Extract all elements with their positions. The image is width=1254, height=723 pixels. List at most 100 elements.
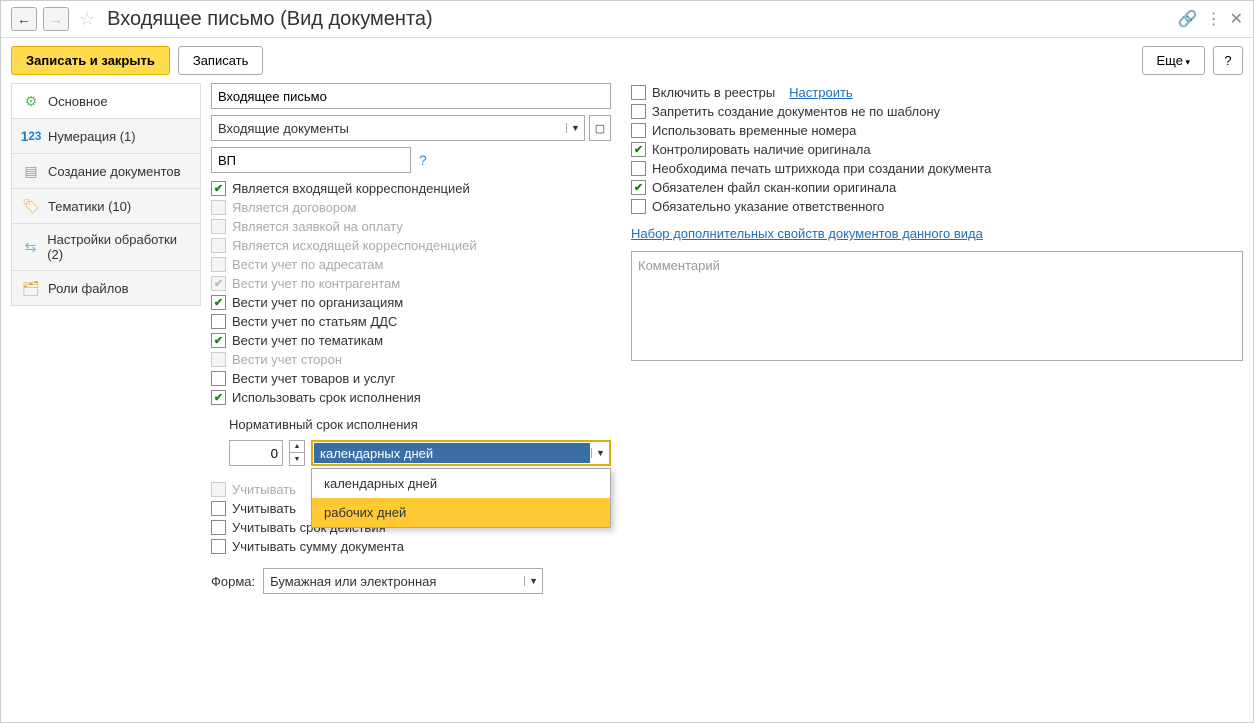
checkbox[interactable] [211, 501, 226, 516]
roles-icon: 🗂 [22, 279, 40, 297]
configure-link[interactable]: Настроить [789, 85, 853, 100]
link-icon[interactable]: 🔗 [1178, 9, 1198, 29]
app-window: ← → ☆ Входящее письмо (Вид документа) 🔗 … [0, 0, 1254, 723]
code-input[interactable] [211, 147, 411, 173]
close-icon[interactable]: ✕ [1230, 9, 1243, 29]
folder-value: Входящие документы [212, 121, 566, 136]
checkbox[interactable] [211, 371, 226, 386]
checkbox [211, 482, 226, 497]
checkbox[interactable] [211, 539, 226, 554]
checkbox-row: Обязателен файл скан-копии оригинала [631, 178, 1243, 197]
help-button[interactable]: ? [1213, 46, 1243, 75]
kebab-icon[interactable]: ⋮ [1206, 9, 1222, 29]
tag-icon: 🏷 [22, 197, 40, 215]
checkbox-row: Включить в реестры Настроить [631, 83, 1243, 102]
checkbox-label: Использовать срок исполнения [232, 390, 421, 405]
checkbox[interactable] [631, 85, 646, 100]
nav-back-button[interactable]: ← [11, 7, 37, 31]
sidebar-item-label: Нумерация (1) [48, 129, 136, 144]
checkbox-row: Является входящей корреспонденцией [211, 179, 611, 198]
spin-up-icon[interactable]: ▲ [290, 441, 304, 453]
checkbox[interactable] [211, 520, 226, 535]
spin-down-icon[interactable]: ▼ [290, 453, 304, 465]
dropdown-icon[interactable]: ▼ [591, 448, 609, 458]
norm-unit-select[interactable]: календарных дней ▼ календарных дней рабо… [311, 440, 611, 466]
props-link[interactable]: Набор дополнительных свойств документов … [631, 226, 983, 241]
checkbox-label: Учитывать сумму документа [232, 539, 404, 554]
checkbox[interactable] [211, 295, 226, 310]
checkbox[interactable] [631, 142, 646, 157]
comment-textarea[interactable]: Комментарий [631, 251, 1243, 361]
checkbox-row: Вести учет по статьям ДДС [211, 312, 611, 331]
checkbox[interactable] [631, 199, 646, 214]
sidebar-item-processing[interactable]: ⇆ Настройки обработки (2) [11, 223, 201, 271]
checkbox[interactable] [631, 104, 646, 119]
checkbox-label: Является исходящей корреспонденцией [232, 238, 477, 253]
checkbox-row: Использовать срок исполнения [211, 388, 611, 407]
checkbox-row: Вести учет по организациям [211, 293, 611, 312]
checkbox-row: Является договором [211, 198, 611, 217]
content: ⚙ Основное 123 Нумерация (1) ▤ Создание … [1, 83, 1253, 722]
dropdown-option[interactable]: календарных дней [312, 469, 610, 498]
dropdown-option[interactable]: рабочих дней [312, 498, 610, 527]
checkbox-row: Обязательно указание ответственного [631, 197, 1243, 216]
checkbox-label: Вести учет по контрагентам [232, 276, 400, 291]
checkbox [211, 352, 226, 367]
checkbox[interactable] [211, 314, 226, 329]
sidebar-item-roles[interactable]: 🗂 Роли файлов [11, 270, 201, 306]
sidebar-item-main[interactable]: ⚙ Основное [11, 83, 201, 119]
document-icon: ▤ [22, 162, 40, 180]
save-close-button[interactable]: Записать и закрыть [11, 46, 170, 75]
more-button[interactable]: Еще [1142, 46, 1205, 75]
checkbox-label: Вести учет по адресатам [232, 257, 383, 272]
help-icon[interactable]: ? [419, 152, 427, 168]
checkbox-label: Вести учет по статьям ДДС [232, 314, 397, 329]
favorite-icon[interactable]: ☆ [79, 9, 95, 30]
norm-value-input[interactable] [229, 440, 283, 466]
checkbox[interactable] [211, 333, 226, 348]
checkbox[interactable] [631, 180, 646, 195]
name-input[interactable] [211, 83, 611, 109]
checkbox-row: Вести учет по контрагентам [211, 274, 611, 293]
checkbox-row: Является исходящей корреспонденцией [211, 236, 611, 255]
form-value: Бумажная или электронная [264, 574, 524, 589]
folder-select[interactable]: Входящие документы ▼ [211, 115, 585, 141]
checkbox-row: Контролировать наличие оригинала [631, 140, 1243, 159]
checkbox[interactable] [211, 181, 226, 196]
checkbox-row: Вести учет товаров и услуг [211, 369, 611, 388]
page-title: Входящее письмо (Вид документа) [107, 8, 1172, 31]
dropdown-icon[interactable]: ▼ [524, 576, 542, 586]
checkbox [211, 257, 226, 272]
norm-spinner: ▲ ▼ [289, 440, 305, 466]
sidebar-item-numbering[interactable]: 123 Нумерация (1) [11, 118, 201, 154]
save-button[interactable]: Записать [178, 46, 264, 75]
checkbox-label: Является заявкой на оплату [232, 219, 403, 234]
numbering-icon: 123 [22, 127, 40, 145]
sidebar-item-doccreate[interactable]: ▤ Создание документов [11, 153, 201, 189]
checkbox[interactable] [631, 161, 646, 176]
checkbox-label: Включить в реестры [652, 85, 775, 100]
sidebar: ⚙ Основное 123 Нумерация (1) ▤ Создание … [11, 83, 201, 712]
form-label: Форма: [211, 574, 255, 589]
checkbox [211, 200, 226, 215]
checkbox-label: Контролировать наличие оригинала [652, 142, 871, 157]
checkbox-label: Необходима печать штрихкода при создании… [652, 161, 991, 176]
checkbox-label: Учитывать [232, 501, 296, 516]
checkbox[interactable] [211, 390, 226, 405]
processing-icon: ⇆ [22, 238, 39, 256]
left-column: Входящие документы ▼ ▢ ? Является входящ… [211, 83, 611, 712]
checkbox [211, 238, 226, 253]
titlebar: ← → ☆ Входящее письмо (Вид документа) 🔗 … [1, 1, 1253, 38]
norm-term-label: Нормативный срок исполнения [211, 413, 611, 434]
checkbox-label: Является договором [232, 200, 356, 215]
form-select[interactable]: Бумажная или электронная ▼ [263, 568, 543, 594]
checkbox[interactable] [631, 123, 646, 138]
nav-forward-button[interactable]: → [43, 7, 69, 31]
sidebar-item-topics[interactable]: 🏷 Тематики (10) [11, 188, 201, 224]
dropdown-icon[interactable]: ▼ [566, 123, 584, 133]
norm-unit-value: календарных дней [314, 443, 590, 463]
checkbox-label: Вести учет сторон [232, 352, 342, 367]
open-folder-button[interactable]: ▢ [589, 115, 611, 141]
checkbox [211, 219, 226, 234]
checkbox-label: Является входящей корреспонденцией [232, 181, 470, 196]
